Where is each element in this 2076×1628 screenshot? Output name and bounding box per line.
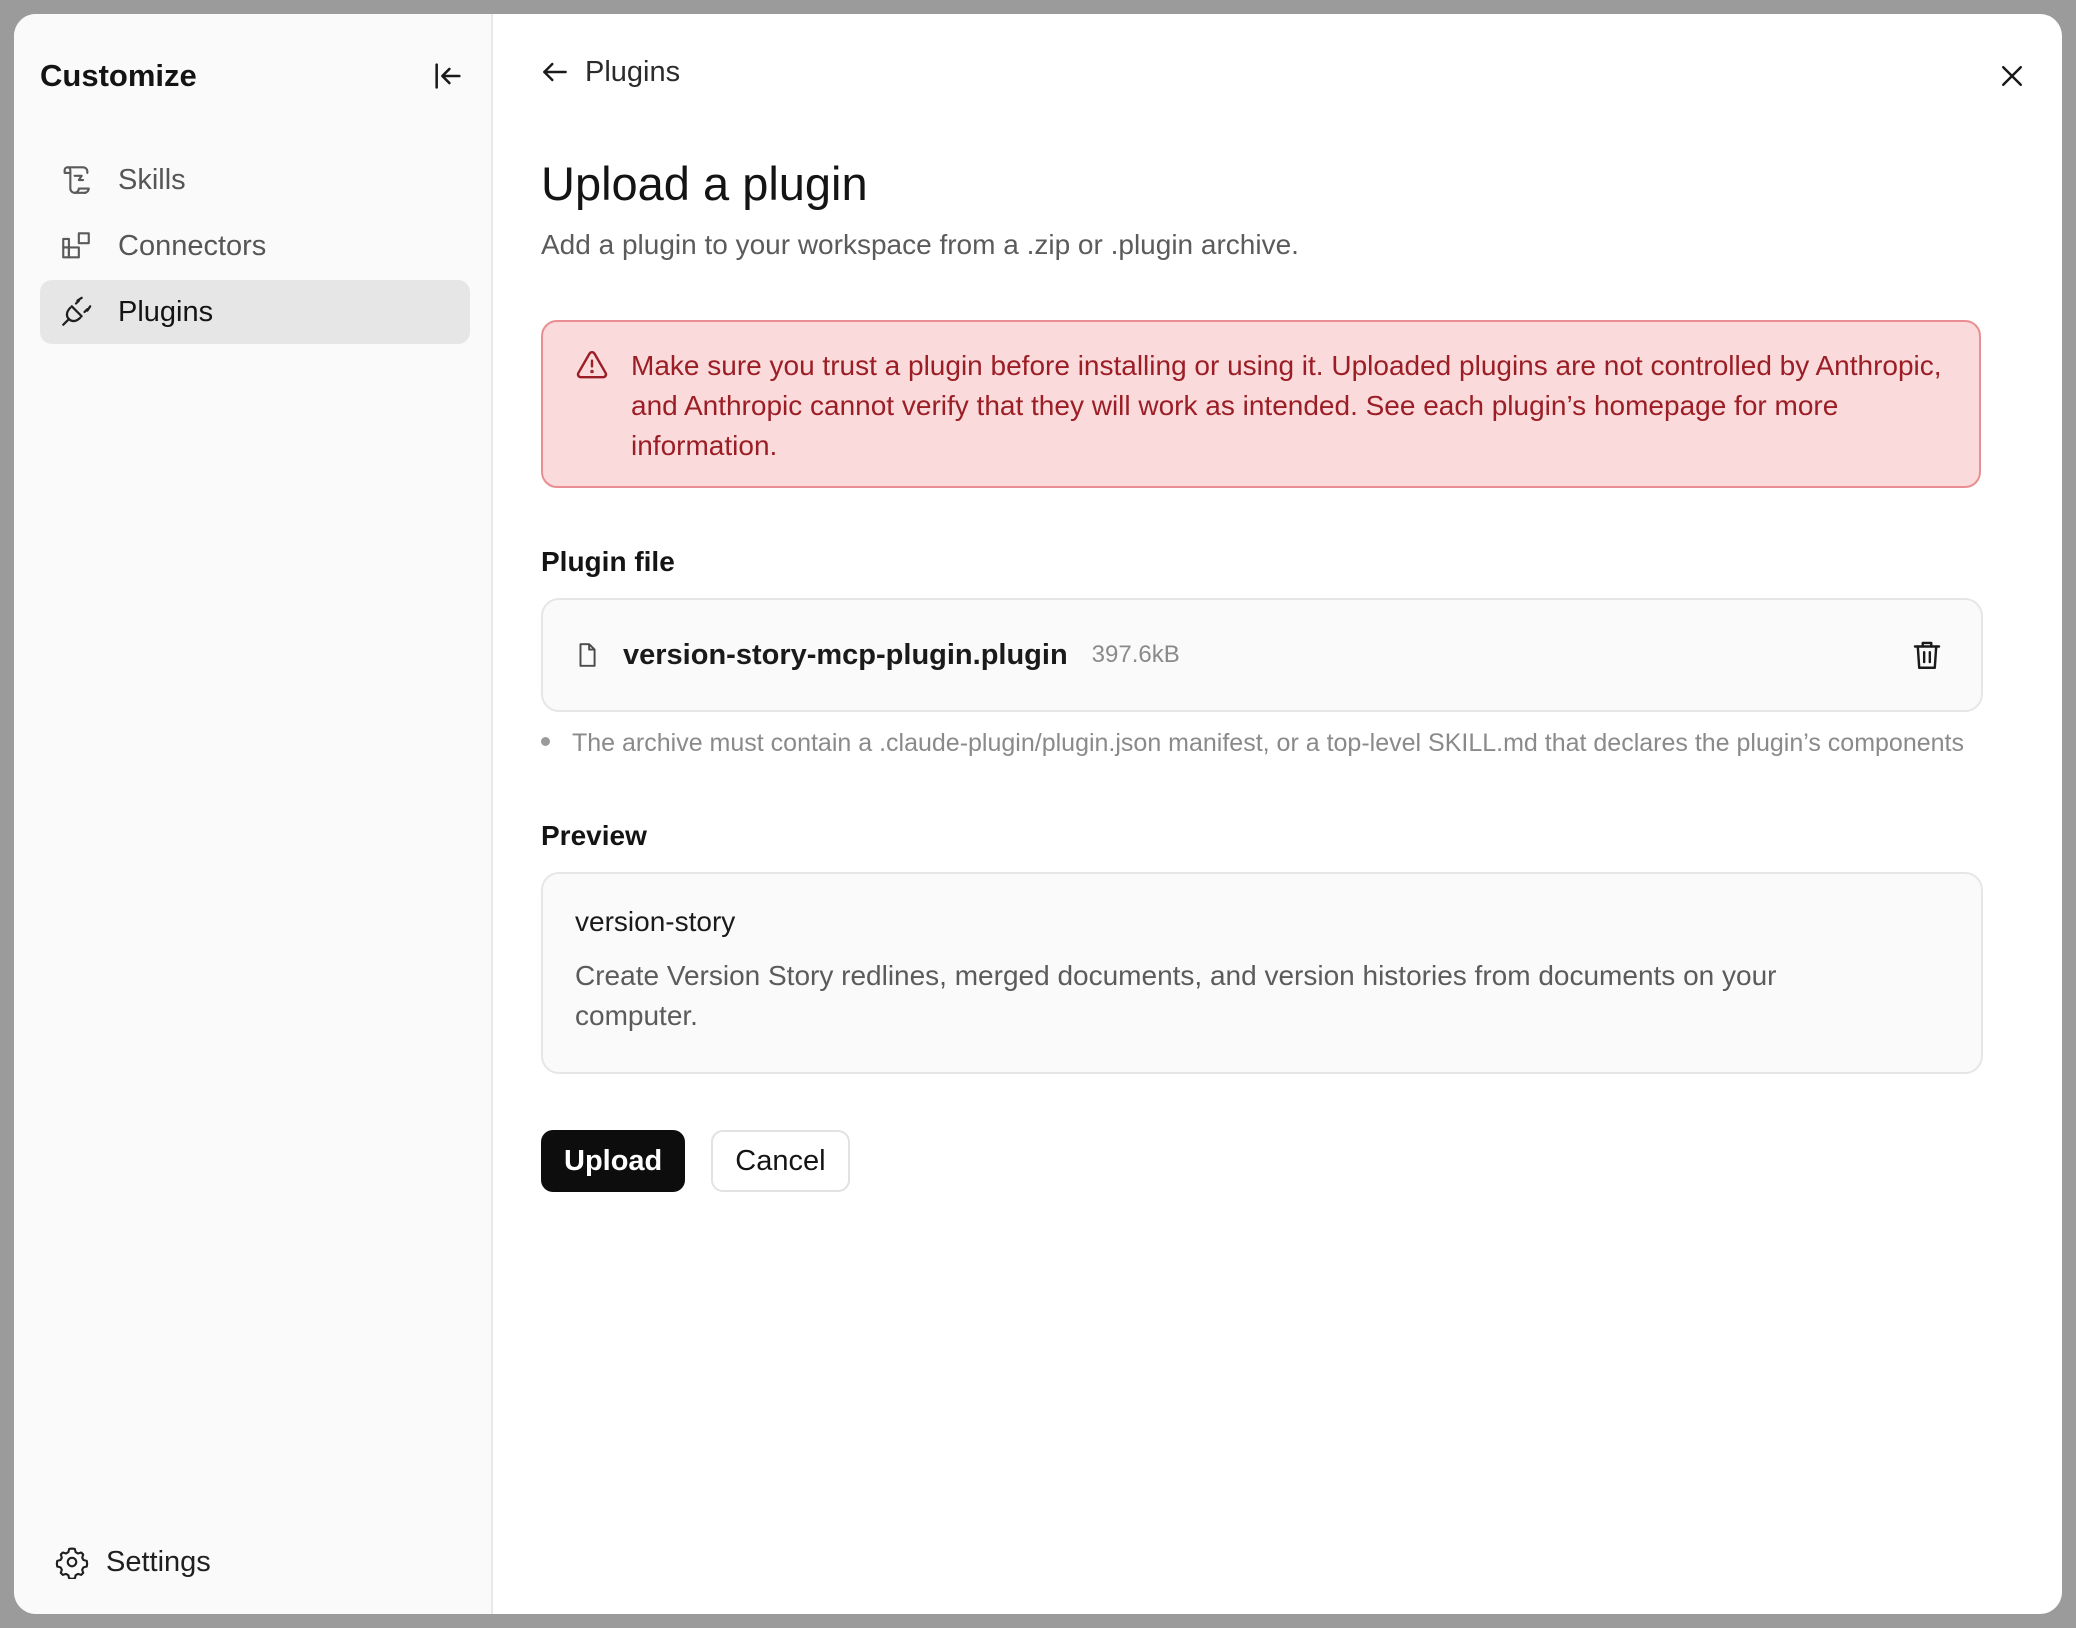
back-to-plugins-button[interactable]: Plugins xyxy=(537,54,680,90)
file-icon xyxy=(573,641,601,669)
page-title: Upload a plugin xyxy=(541,157,868,210)
preview-plugin-description: Create Version Story redlines, merged do… xyxy=(575,960,1777,1031)
hint-text: The archive must contain a .claude-plugi… xyxy=(572,729,1964,757)
sidebar-nav: Skills Connectors Plugins xyxy=(40,148,470,346)
plugin-preview: version-story Create Version Story redli… xyxy=(541,872,1983,1074)
arrow-left-icon xyxy=(537,54,573,90)
form-actions: Upload Cancel xyxy=(541,1130,1981,1192)
archive-requirement-hint: The archive must contain a .claude-plugi… xyxy=(541,726,1981,760)
scroll-icon xyxy=(58,162,94,198)
cancel-button[interactable]: Cancel xyxy=(711,1130,850,1192)
close-icon xyxy=(2002,66,2022,86)
customize-window: Customize Skills Connectors Plugins Sett… xyxy=(14,14,2062,1614)
remove-file-button[interactable] xyxy=(1907,635,1947,675)
sidebar: Customize Skills Connectors Plugins Sett… xyxy=(14,14,493,1614)
close-button[interactable] xyxy=(1990,54,2034,98)
collapse-sidebar-button[interactable] xyxy=(426,54,470,98)
sidebar-header: Customize xyxy=(40,54,470,98)
sidebar-item-label: Connectors xyxy=(118,229,267,262)
collapse-sidebar-icon xyxy=(435,63,461,89)
file-size: 397.6kB xyxy=(1091,641,1180,668)
trust-warning-banner: Make sure you trust a plugin before inst… xyxy=(541,320,1981,488)
sidebar-item-plugins[interactable]: Plugins xyxy=(40,280,470,344)
selected-file: version-story-mcp-plugin.plugin 397.6kB xyxy=(541,598,1983,712)
sidebar-title: Customize xyxy=(40,58,197,93)
upload-button[interactable]: Upload xyxy=(541,1130,686,1192)
plugin-file-label: Plugin file xyxy=(541,546,675,577)
preview-plugin-name: version-story xyxy=(575,906,736,937)
warning-text: Make sure you trust a plugin before inst… xyxy=(631,350,1942,461)
file-name: version-story-mcp-plugin.plugin xyxy=(623,638,1068,671)
sidebar-item-connectors[interactable]: Connectors xyxy=(40,214,470,278)
upload-plugin-form: Upload a plugin Add a plugin to your wor… xyxy=(541,154,1983,1192)
settings-button[interactable]: Settings xyxy=(54,1544,211,1580)
settings-label: Settings xyxy=(106,1545,211,1578)
back-label: Plugins xyxy=(585,55,681,88)
gear-icon xyxy=(54,1544,90,1580)
warning-triangle-icon xyxy=(575,348,611,384)
page-subtitle: Add a plugin to your workspace from a .z… xyxy=(541,229,1299,260)
sidebar-item-skills[interactable]: Skills xyxy=(40,148,470,212)
main-panel: Plugins Upload a plugin Add a plugin to … xyxy=(493,14,2062,1614)
plug-icon xyxy=(58,294,94,330)
sidebar-item-label: Plugins xyxy=(118,295,214,328)
bullet-dot xyxy=(541,736,550,746)
preview-label: Preview xyxy=(541,820,647,851)
trash-icon xyxy=(1913,641,1941,669)
sidebar-item-label: Skills xyxy=(118,163,186,196)
connectors-icon xyxy=(58,228,94,264)
